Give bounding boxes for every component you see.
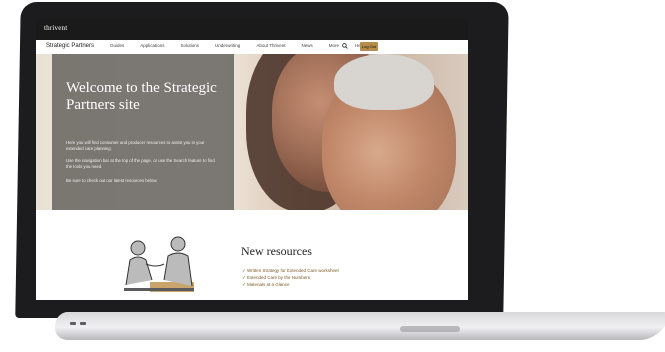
resource-link[interactable]: ✓ Materials at a Glance xyxy=(242,282,290,288)
nav-item-underwriting[interactable]: Underwriting xyxy=(215,43,240,48)
resource-link[interactable]: ✓ Written Strategy for Extended Care wor… xyxy=(242,268,339,274)
browser-screen: thrivent Strategic Partners Guides Appli… xyxy=(36,18,468,300)
nav-item-guides[interactable]: Guides xyxy=(110,43,124,48)
nav-items: Guides Applications Solutions Underwriti… xyxy=(110,43,380,48)
log-out-button[interactable]: Log Out xyxy=(360,42,378,51)
hero-text-panel xyxy=(52,54,234,210)
usb-port xyxy=(80,322,86,325)
nav-item-solutions[interactable]: Solutions xyxy=(181,43,200,48)
top-brand-bar: thrivent xyxy=(36,18,468,40)
hero-banner: Welcome to the Strategic Partners site H… xyxy=(36,54,468,210)
search-icon[interactable] xyxy=(342,43,348,49)
laptop-mockup: thrivent Strategic Partners Guides Appli… xyxy=(0,0,665,352)
people-illustration xyxy=(124,236,194,292)
new-resources-section: New resources ✓ Written Strategy for Ext… xyxy=(36,210,468,300)
main-navigation: Strategic Partners Guides Applications S… xyxy=(36,40,468,55)
hero-title: Welcome to the Strategic Partners site xyxy=(66,80,217,113)
brand-logo[interactable]: thrivent xyxy=(44,24,67,32)
section-title: New resources xyxy=(241,244,312,258)
hero-paragraph-3: Be sure to check out our latest resource… xyxy=(66,178,158,183)
nav-item-about-thrivent[interactable]: About Thrivent xyxy=(256,43,285,48)
resource-link[interactable]: ✓ Extended Care by the Numbers xyxy=(242,275,310,281)
laptop-base xyxy=(48,312,665,340)
usb-port xyxy=(70,322,76,325)
hero-photo-older-woman-hair xyxy=(334,54,434,110)
nav-item-applications[interactable]: Applications xyxy=(140,43,164,48)
laptop-ports xyxy=(70,322,94,326)
hero-paragraph-1: Here you will find consumer and producer… xyxy=(66,140,205,151)
hero-paragraph-2: Use the navigation bar at the top of the… xyxy=(66,158,215,169)
nav-item-news[interactable]: News xyxy=(302,43,313,48)
site-title[interactable]: Strategic Partners xyxy=(46,43,94,49)
trackpad-lip xyxy=(400,326,460,332)
nav-item-more[interactable]: More xyxy=(329,43,339,48)
